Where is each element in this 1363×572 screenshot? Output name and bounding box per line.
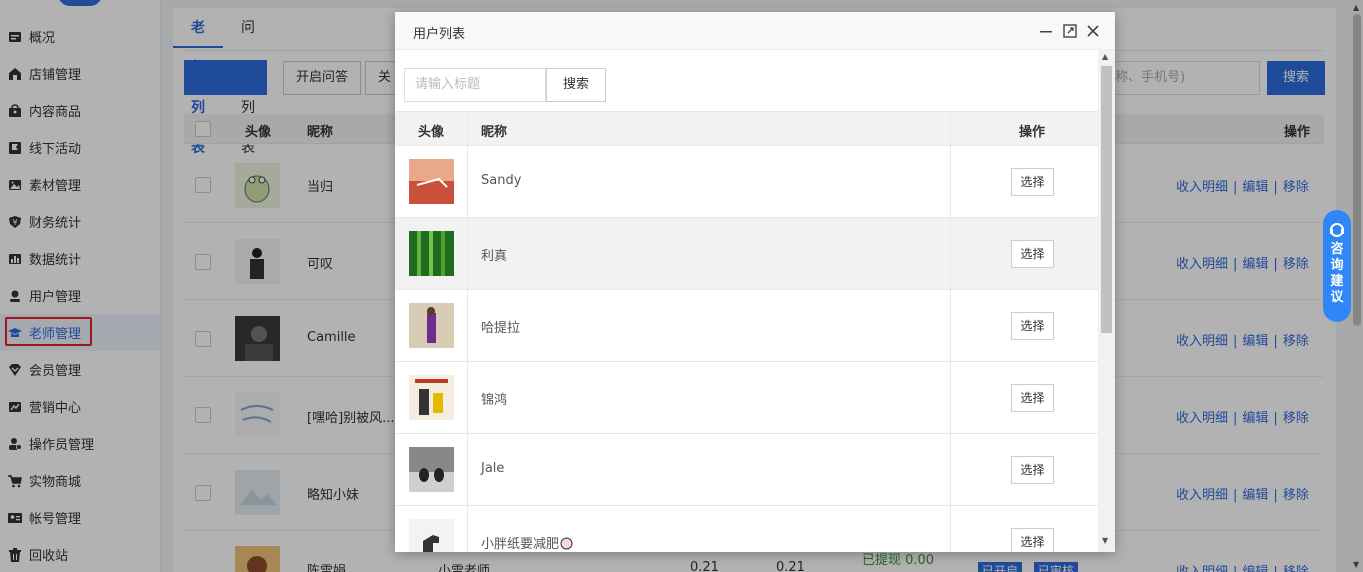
feedback-char: 咨 — [1330, 242, 1344, 257]
divider — [467, 218, 468, 289]
modal-title: 用户列表 — [413, 27, 466, 42]
close-icon[interactable] — [1085, 23, 1101, 39]
scroll-down-arrow-icon[interactable]: ▼ — [1102, 536, 1108, 545]
user-nickname: Jale — [481, 461, 505, 476]
user-nickname: 锦鸿 — [481, 393, 508, 408]
table-row: 利真 选择 — [395, 218, 1098, 290]
divider — [950, 362, 951, 433]
feedback-char: 议 — [1330, 290, 1344, 305]
divider — [950, 434, 951, 505]
user-nickname: Sandy — [481, 173, 522, 188]
avatar — [409, 159, 454, 204]
table-row: 哈提拉 选择 — [395, 290, 1098, 362]
select-button[interactable]: 选择 — [1011, 240, 1054, 268]
divider — [950, 146, 951, 217]
emoji-icon — [560, 537, 573, 550]
user-nickname: 哈提拉 — [481, 321, 521, 336]
table-row: 锦鸿 选择 — [395, 362, 1098, 434]
feedback-char: 询 — [1330, 258, 1344, 273]
minimize-icon[interactable] — [1038, 23, 1054, 39]
divider — [467, 434, 468, 505]
modal-search-button[interactable]: 搜索 — [546, 68, 606, 102]
divider — [467, 112, 468, 145]
scrollbar-thumb[interactable] — [1101, 66, 1112, 333]
table-row: 小胖纸要减肥 选择 — [395, 506, 1098, 552]
divider — [950, 218, 951, 289]
maximize-icon[interactable] — [1062, 23, 1078, 39]
avatar — [409, 375, 454, 420]
feedback-char: 建 — [1330, 274, 1344, 289]
table-row: Sandy 选择 — [395, 146, 1098, 218]
select-button[interactable]: 选择 — [1011, 384, 1054, 412]
modal-table-header: 头像 昵称 操作 — [395, 111, 1098, 146]
column-actions: 操作 — [1019, 125, 1046, 140]
divider — [467, 290, 468, 361]
feedback-tab[interactable]: 咨 询 建 议 — [1323, 210, 1351, 322]
avatar — [409, 303, 454, 348]
user-list-modal: 用户列表 请输入标题 搜索 头像 昵称 操作 Sandy 选择 利真 选择 哈提… — [395, 12, 1115, 552]
user-nickname: 小胖纸要减肥 — [481, 533, 573, 552]
select-button[interactable]: 选择 — [1011, 456, 1054, 484]
divider — [950, 112, 951, 145]
headset-icon — [1330, 223, 1344, 237]
divider — [950, 290, 951, 361]
user-nickname-text: 小胖纸要减肥 — [481, 537, 560, 552]
modal-body: 请输入标题 搜索 头像 昵称 操作 Sandy 选择 利真 选择 哈提拉 选择 … — [395, 50, 1098, 552]
scroll-up-arrow-icon[interactable]: ▲ — [1102, 52, 1108, 61]
divider — [467, 506, 468, 552]
column-nickname: 昵称 — [481, 125, 508, 140]
modal-header: 用户列表 — [395, 12, 1115, 50]
select-button[interactable]: 选择 — [1011, 168, 1054, 196]
table-row: Jale 选择 — [395, 434, 1098, 506]
divider — [467, 362, 468, 433]
column-avatar: 头像 — [418, 125, 445, 140]
select-button[interactable]: 选择 — [1011, 528, 1054, 552]
divider — [467, 146, 468, 217]
avatar — [409, 231, 454, 276]
avatar — [409, 447, 454, 492]
modal-scrollbar[interactable]: ▲ ▼ — [1098, 50, 1115, 552]
divider — [950, 506, 951, 552]
avatar — [409, 519, 454, 552]
select-button[interactable]: 选择 — [1011, 312, 1054, 340]
title-search-input[interactable]: 请输入标题 — [404, 68, 546, 102]
user-nickname: 利真 — [481, 249, 508, 264]
